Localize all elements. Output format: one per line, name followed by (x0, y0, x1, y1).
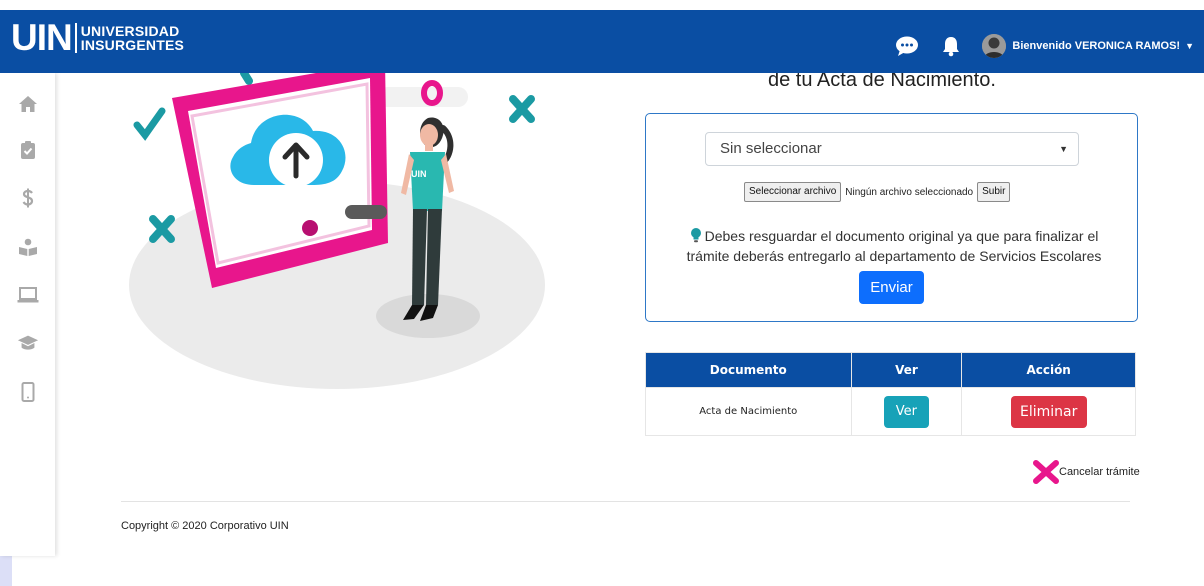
send-button[interactable]: Enviar (859, 271, 924, 304)
cancel-procedure-link[interactable]: Cancelar trámite (1033, 460, 1140, 484)
file-input: Seleccionar archivo Ningún archivo selec… (744, 181, 1011, 203)
upload-illustration: UIN (120, 61, 560, 393)
sidebar-item-pagos[interactable] (17, 187, 39, 209)
sidebar-item-home[interactable] (17, 93, 39, 115)
dollar-icon (22, 188, 34, 208)
navbar-actions: Bienvenido VERONICA RAMOS! ▼ (894, 34, 1194, 58)
sidebar-item-tramites[interactable] (17, 139, 39, 161)
column-header-ver: Ver (850, 352, 963, 388)
view-button[interactable]: Ver (883, 395, 929, 428)
upload-card: Sin seleccionar ▼ Seleccionar archivo Ni… (645, 113, 1138, 322)
footer-divider (121, 501, 1130, 502)
notice-message: Debes resguardar el documento original y… (686, 228, 1102, 264)
laptop-icon (17, 287, 39, 303)
document-type-select[interactable]: Sin seleccionar ▼ (705, 132, 1079, 166)
sidebar-item-biblioteca[interactable] (17, 236, 39, 258)
welcome-user-label[interactable]: Bienvenido VERONICA RAMOS! (1012, 40, 1180, 52)
clipboard-check-icon (21, 141, 35, 159)
graduation-cap-icon (17, 335, 39, 350)
chat-icon[interactable] (894, 34, 920, 58)
reader-icon (19, 238, 37, 256)
delete-button[interactable]: Eliminar (1010, 395, 1087, 428)
view-cell: Ver (850, 387, 963, 436)
documents-table: Documento Ver Acción Acta de Nacimiento … (645, 352, 1136, 436)
close-icon (1033, 460, 1059, 484)
chevron-down-icon[interactable]: ▼ (1185, 41, 1194, 51)
home-icon (19, 96, 37, 112)
logo-line-1: UNIVERSIDAD (80, 23, 180, 39)
sidebar-item-academico[interactable] (17, 332, 39, 354)
select-file-button[interactable]: Seleccionar archivo (744, 182, 842, 202)
sidebar-item-plataforma[interactable] (17, 284, 39, 306)
chevron-down-icon: ▼ (1059, 144, 1068, 154)
table-row: Acta de Nacimiento Ver Eliminar (645, 387, 1136, 436)
page: UIN UNIVERSIDAD INSURGENTES Bienvenido V… (0, 0, 1204, 586)
notice-text: Debes resguardar el documento original y… (674, 227, 1114, 265)
logo-divider (74, 23, 77, 53)
sidebar (0, 73, 55, 556)
top-navbar: UIN UNIVERSIDAD INSURGENTES Bienvenido V… (0, 10, 1204, 73)
file-status-text: Ningún archivo seleccionado (845, 186, 974, 198)
upload-button[interactable]: Subir (977, 182, 1011, 202)
action-cell: Eliminar (961, 387, 1136, 436)
column-header-documento: Documento (645, 352, 852, 388)
cancel-procedure-label: Cancelar trámite (1059, 466, 1140, 478)
tablet-icon (21, 382, 35, 402)
shirt-badge-text: UIN (411, 169, 427, 179)
logo-line-2: INSURGENTES (80, 37, 185, 53)
uin-logo[interactable]: UIN UNIVERSIDAD INSURGENTES (11, 17, 184, 58)
select-value: Sin seleccionar (720, 140, 822, 157)
user-avatar[interactable] (982, 34, 1007, 58)
bell-icon[interactable] (938, 34, 964, 58)
table-header-row: Documento Ver Acción (645, 352, 1136, 388)
document-name-cell: Acta de Nacimiento (645, 387, 852, 436)
logo-mark: UIN (11, 17, 73, 58)
column-header-accion: Acción (961, 352, 1136, 388)
lightbulb-icon (690, 227, 702, 247)
sidebar-item-app[interactable] (17, 381, 39, 403)
logo-text: UNIVERSIDAD INSURGENTES (81, 24, 184, 52)
footer-copyright: Copyright © 2020 Corporativo UIN (121, 520, 289, 532)
